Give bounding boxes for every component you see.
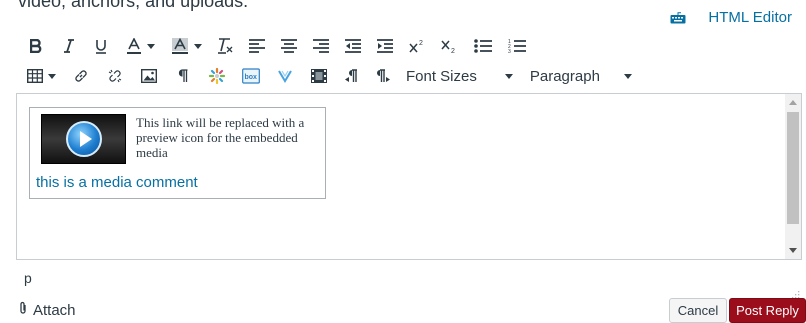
element-path: p: [24, 270, 32, 286]
svg-text:3: 3: [508, 49, 511, 53]
text-color-button[interactable]: [122, 34, 160, 58]
numbered-list-button[interactable]: 123: [506, 34, 528, 58]
attach-label: Attach: [33, 301, 76, 319]
indent-button[interactable]: [374, 34, 396, 58]
subscript-button[interactable]: 2: [438, 34, 460, 58]
scroll-thumb[interactable]: [787, 112, 799, 224]
svg-text:2: 2: [419, 40, 423, 47]
font-sizes-label: Font Sizes: [406, 67, 477, 85]
outdent-button[interactable]: [342, 34, 364, 58]
editor-scrollbar[interactable]: [785, 94, 801, 259]
media-button[interactable]: [308, 64, 330, 88]
chevron-down-icon: [504, 73, 513, 79]
media-comment-placeholder[interactable]: This link will be replaced with a previe…: [29, 107, 326, 199]
ltr-direction-button[interactable]: [340, 64, 362, 88]
vimeo-icon[interactable]: [274, 64, 296, 88]
attach-button[interactable]: Attach: [18, 301, 76, 319]
apps-button[interactable]: [206, 64, 228, 88]
html-editor-toggle[interactable]: HTML Editor: [670, 9, 792, 26]
keyboard-icon: [670, 11, 686, 24]
toolbar-row-insert: box Font Sizes Paragraph: [24, 64, 632, 88]
image-button[interactable]: [138, 64, 160, 88]
chevron-down-icon: [623, 73, 632, 79]
svg-text:box: box: [245, 74, 258, 81]
align-center-button[interactable]: [278, 34, 300, 58]
rtl-direction-button[interactable]: [372, 64, 394, 88]
box-icon[interactable]: box: [240, 64, 262, 88]
superscript-button[interactable]: 2: [406, 34, 428, 58]
paragraph-format-label: Paragraph: [529, 67, 600, 85]
chevron-down-icon: [147, 43, 155, 49]
svg-text:2: 2: [451, 48, 455, 53]
bold-button[interactable]: [24, 34, 48, 58]
align-left-button[interactable]: [246, 34, 268, 58]
chevron-down-icon: [47, 73, 56, 79]
paragraph-format-dropdown[interactable]: Paragraph: [530, 64, 632, 88]
toolbar-row-formatting: 2 2 123: [24, 34, 528, 58]
html-editor-label: HTML Editor: [708, 9, 792, 26]
scroll-down-icon[interactable]: [789, 248, 797, 253]
align-right-button[interactable]: [310, 34, 332, 58]
italic-button[interactable]: [58, 34, 80, 58]
clipped-instruction-text: video, anchors, and uploads.: [18, 0, 249, 11]
resize-handle-icon[interactable]: [792, 286, 800, 299]
media-comment-link[interactable]: this is a media comment: [36, 174, 198, 191]
rich-text-editor[interactable]: This link will be replaced with a previe…: [16, 93, 802, 260]
play-icon: [66, 121, 102, 157]
cancel-button[interactable]: Cancel: [669, 298, 727, 323]
chevron-down-icon: [194, 43, 202, 49]
scroll-up-icon[interactable]: [789, 100, 797, 105]
clear-formatting-button[interactable]: [214, 34, 236, 58]
table-button[interactable]: [24, 64, 58, 88]
media-thumbnail: [41, 114, 126, 164]
media-placeholder-text: This link will be replaced with a previe…: [136, 115, 305, 160]
background-color-button[interactable]: [168, 34, 206, 58]
paperclip-icon: [18, 301, 28, 319]
post-reply-button[interactable]: Post Reply: [729, 298, 806, 323]
font-sizes-dropdown[interactable]: Font Sizes: [406, 64, 513, 88]
link-button[interactable]: [70, 64, 92, 88]
bulleted-list-button[interactable]: [472, 34, 494, 58]
underline-button[interactable]: [90, 34, 112, 58]
paragraph-mark-button[interactable]: [172, 64, 194, 88]
unlink-button[interactable]: [104, 64, 126, 88]
